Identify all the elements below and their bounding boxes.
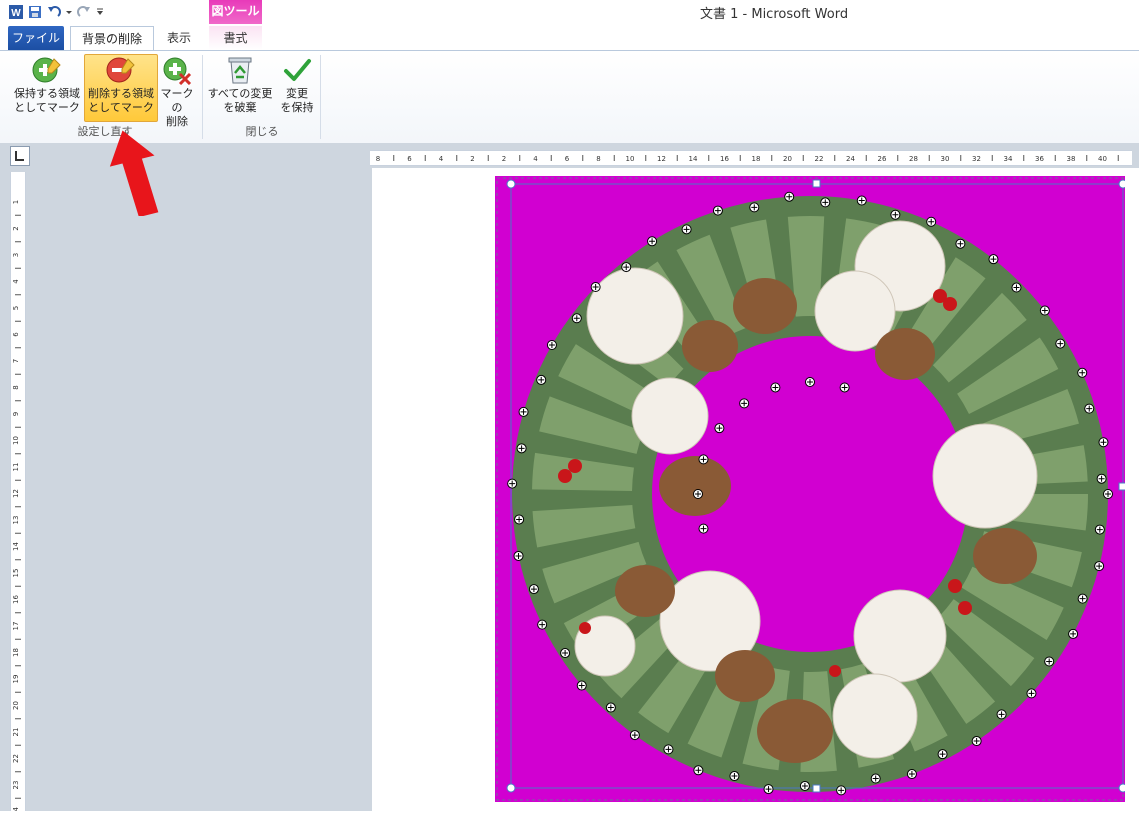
redo-icon[interactable] [76, 4, 92, 20]
ruler-number: 34 [1004, 155, 1013, 163]
ribbon: 保持する領域 としてマーク 削除する領域 としてマーク マークの 削除 すべての… [0, 50, 1139, 144]
mark-keep-label: 保持する領域 としてマーク [14, 87, 80, 114]
ruler-number: 32 [972, 155, 981, 163]
ruler-number: 18 [12, 648, 20, 657]
plus-circle-green-icon [32, 55, 62, 85]
tab-selector[interactable] [10, 146, 30, 166]
ruler-number: 2 [470, 155, 474, 163]
ruler-number: 23 [12, 781, 20, 790]
ruler-number: 21 [12, 728, 20, 737]
ruler-number: 30 [941, 155, 950, 163]
checkmark-icon [282, 55, 312, 85]
ruler-number: 26 [878, 155, 887, 163]
tab-format[interactable]: 書式 [209, 26, 262, 50]
ruler-number: 38 [1067, 155, 1076, 163]
wreath-picture [495, 176, 1125, 802]
mark-areas-to-remove-button[interactable]: 削除する領域 としてマーク [84, 54, 158, 122]
keep-changes-button[interactable]: 変更 を保持 [274, 55, 320, 121]
ruler-number: 8 [596, 155, 600, 163]
ruler-number: 2 [12, 226, 20, 230]
ruler-number: 4 [439, 155, 444, 163]
ruler-number: 2 [502, 155, 506, 163]
discard-all-changes-button[interactable]: すべての変更 を破棄 [206, 55, 274, 121]
ruler-number: 6 [565, 155, 570, 163]
ruler-number: 36 [1035, 155, 1044, 163]
ruler-number: 10 [626, 155, 635, 163]
tab-background-removal[interactable]: 背景の削除 [70, 26, 154, 50]
vertical-ruler-ticks: 123456789101112131415161718192021222324 [12, 200, 21, 814]
ruler-number: 17 [12, 622, 20, 631]
title-bar: W 図ツール 文書 1 - Microsoft Word [0, 0, 1139, 24]
ruler-number: 6 [12, 332, 20, 337]
ruler-number: 9 [12, 412, 20, 416]
ruler-number: 16 [720, 155, 729, 163]
ruler-number: 4 [533, 155, 538, 163]
picture-tools-context-label: 図ツール [209, 0, 262, 24]
ruler-number: 16 [12, 595, 20, 604]
ruler-number: 24 [12, 807, 20, 811]
minus-circle-red-icon [106, 55, 136, 85]
ruler-number: 3 [12, 253, 20, 257]
ribbon-tabs: ファイル 背景の削除 表示 書式 [0, 24, 1139, 50]
ruler-number: 22 [12, 754, 20, 763]
ruler-number: 6 [407, 155, 412, 163]
recycle-bin-icon [225, 55, 255, 85]
ruler-number: 40 [1098, 155, 1107, 163]
ruler-number: 14 [12, 542, 20, 551]
vertical-ruler[interactable]: 123456789101112131415161718192021222324 [10, 172, 26, 814]
ruler-number: 22 [815, 155, 824, 163]
ruler-number: 11 [12, 463, 20, 472]
ruler-number: 24 [846, 155, 855, 163]
wreath-image[interactable] [495, 176, 1125, 802]
window-title: 文書 1 - Microsoft Word [700, 7, 849, 22]
ruler-number: 19 [12, 675, 20, 684]
keep-changes-label: 変更 を保持 [280, 87, 314, 114]
ruler-number: 7 [12, 359, 20, 363]
plus-circle-delete-icon [162, 55, 192, 86]
save-icon[interactable] [27, 4, 43, 20]
group-label-refine: 設定し直す [77, 125, 133, 138]
ruler-number: 12 [657, 155, 666, 163]
svg-text:W: W [11, 8, 21, 19]
undo-dropdown-icon[interactable] [65, 4, 73, 20]
quick-access-toolbar: W [8, 3, 105, 21]
ruler-number: 8 [12, 385, 20, 389]
ruler-number: 15 [12, 569, 20, 578]
group-separator [320, 55, 321, 139]
ruler-number: 5 [12, 306, 20, 310]
word-app-icon[interactable]: W [8, 4, 24, 20]
tab-view[interactable]: 表示 [158, 26, 200, 50]
ruler-number: 10 [12, 436, 20, 445]
ruler-number: 8 [376, 155, 380, 163]
horizontal-ruler[interactable]: 8 6 4 2 2 4 6 8 10 12 14 16 18 20 22 24 26 28 30 32 34 36 38 40 [370, 150, 1132, 166]
horizontal-ruler-ticks: 8 6 4 2 2 4 6 8 10 12 14 16 18 20 22 24 26 28 30 32 34 36 38 40 [376, 155, 1119, 163]
ruler-number: 13 [12, 516, 20, 525]
ruler-number: 4 [12, 279, 20, 284]
ruler-number: 1 [12, 200, 20, 204]
ruler-number: 18 [752, 155, 761, 163]
tab-file[interactable]: ファイル [8, 26, 64, 50]
discard-label: すべての変更 を破棄 [207, 87, 273, 114]
group-separator [202, 55, 203, 139]
customize-qat-icon[interactable] [95, 4, 105, 20]
ruler-number: 12 [12, 489, 20, 498]
mark-remove-label: 削除する領域 としてマーク [88, 87, 154, 114]
ruler-number: 20 [12, 701, 20, 710]
group-label-close: 閉じる [245, 125, 279, 138]
annotation-arrow-icon [109, 130, 159, 216]
ruler-number: 14 [689, 155, 698, 163]
mark-areas-to-keep-button[interactable]: 保持する領域 としてマーク [10, 55, 84, 121]
ruler-number: 28 [909, 155, 918, 163]
undo-icon[interactable] [46, 4, 62, 20]
ruler-number: 20 [783, 155, 792, 163]
delete-mark-button[interactable]: マークの 削除 [156, 55, 198, 128]
